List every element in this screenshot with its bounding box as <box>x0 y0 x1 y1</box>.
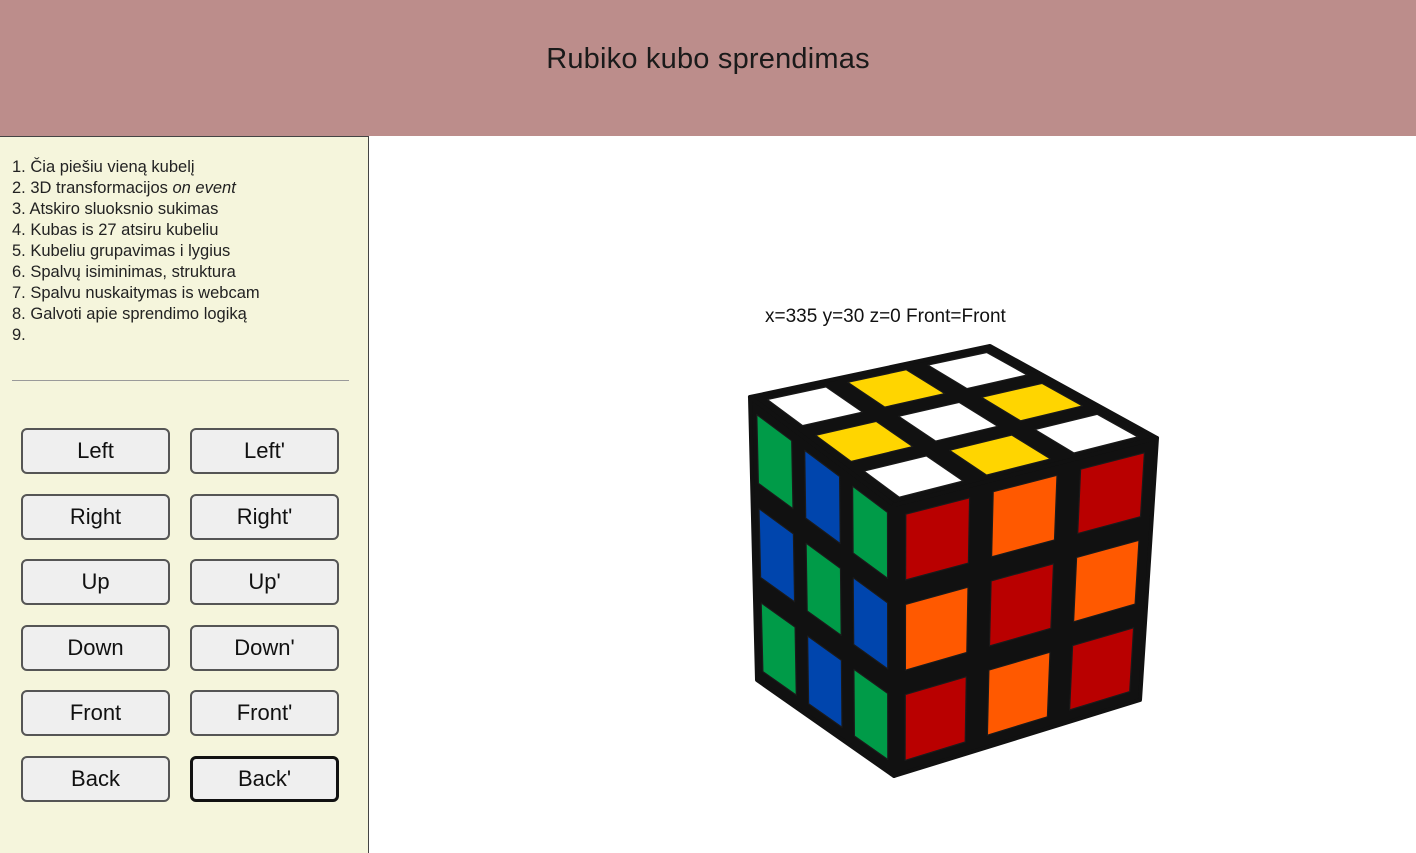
up-prime-button[interactable]: Up' <box>190 559 339 605</box>
todo-item-emphasis: on event <box>172 179 236 197</box>
todo-list: 1. Čia piešiu vieną kubelį 2. 3D transfo… <box>12 157 260 346</box>
right-button[interactable]: Right <box>21 494 170 540</box>
front-button[interactable]: Front <box>21 690 170 736</box>
rubiks-cube[interactable] <box>740 340 1165 785</box>
orientation-readout: x=335 y=30 z=0 Front=Front <box>765 306 1006 327</box>
todo-item: 7. Spalvu nuskaitymas is webcam <box>12 284 260 302</box>
page-title: Rubiko kubo sprendimas <box>546 43 870 75</box>
todo-item: 5. Kubeliu grupavimas i lygius <box>12 242 231 260</box>
left-button[interactable]: Left <box>21 428 170 474</box>
sidebar: 1. Čia piešiu vieną kubelį 2. 3D transfo… <box>0 136 369 853</box>
right-prime-button[interactable]: Right' <box>190 494 339 540</box>
todo-item: 6. Spalvų isiminimas, struktura <box>12 263 236 281</box>
left-prime-button[interactable]: Left' <box>190 428 339 474</box>
todo-item: 2. 3D transformacijos on event <box>12 179 236 197</box>
down-button[interactable]: Down <box>21 625 170 671</box>
todo-item: 3. Atskiro sluoksnio sukimas <box>12 200 219 218</box>
back-button[interactable]: Back <box>21 756 170 802</box>
up-button[interactable]: Up <box>21 559 170 605</box>
todo-item: 9. <box>12 326 26 344</box>
rubiks-cube-svg[interactable] <box>740 340 1165 785</box>
todo-item: 1. Čia piešiu vieną kubelį <box>12 158 195 176</box>
todo-item: 4. Kubas is 27 atsiru kubeliu <box>12 221 219 239</box>
app-header: Rubiko kubo sprendimas <box>0 0 1416 136</box>
todo-item: 8. Galvoti apie sprendimo logiką <box>12 305 247 323</box>
down-prime-button[interactable]: Down' <box>190 625 339 671</box>
sidebar-divider <box>12 380 349 381</box>
back-prime-button[interactable]: Back' <box>190 756 339 802</box>
front-prime-button[interactable]: Front' <box>190 690 339 736</box>
